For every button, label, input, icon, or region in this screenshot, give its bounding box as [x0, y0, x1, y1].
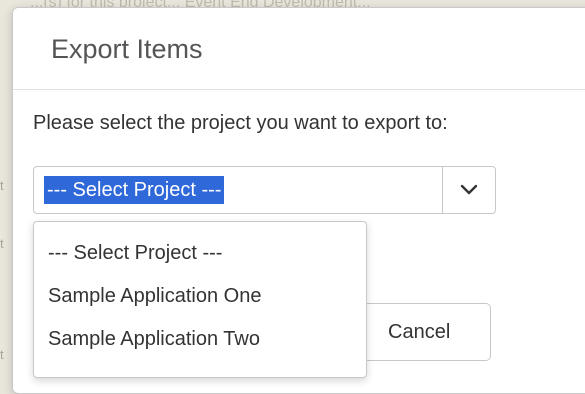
dropdown-option[interactable]: Sample Application Two: [34, 318, 366, 361]
modal-title: Export Items: [51, 34, 203, 64]
chevron-down-icon: [460, 184, 478, 195]
cancel-button[interactable]: Cancel: [363, 303, 491, 361]
dropdown-option[interactable]: Sample Application One: [34, 275, 366, 318]
dropdown-option[interactable]: --- Select Project ---: [34, 232, 366, 275]
select-selected-value: --- Select Project ---: [44, 176, 225, 204]
export-items-modal: Export Items Please select the project y…: [12, 7, 585, 394]
project-dropdown-list: --- Select Project --- Sample Applicatio…: [33, 221, 367, 378]
select-toggle[interactable]: [442, 167, 495, 213]
export-prompt: Please select the project you want to ex…: [33, 112, 448, 134]
modal-header: Export Items: [13, 8, 585, 90]
background-left-edge: t t t: [0, 178, 4, 362]
project-select[interactable]: --- Select Project ---: [33, 166, 496, 214]
